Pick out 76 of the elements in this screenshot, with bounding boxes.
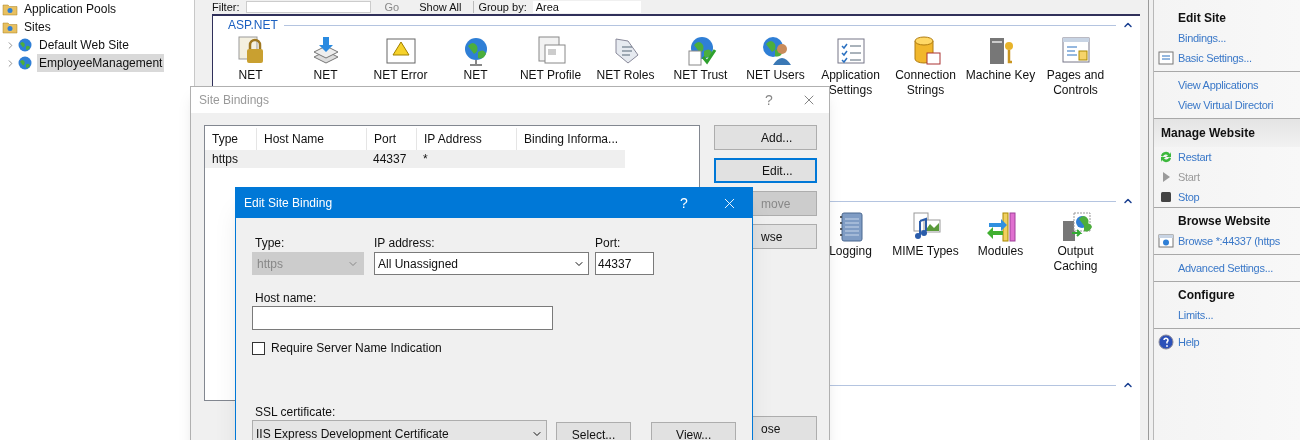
dialog-button[interactable]: View...	[651, 422, 736, 440]
feature-label[interactable]: NET Profile	[519, 68, 582, 83]
actions-header: Manage Website	[1154, 119, 1300, 147]
actions-group-title: Browse Website	[1177, 213, 1272, 230]
tree-item[interactable]: Application Pools	[22, 0, 119, 18]
action-link[interactable]: Limits...	[1178, 306, 1214, 324]
refresh-icon	[1159, 150, 1173, 164]
tree-item[interactable]: Default Web Site	[37, 36, 131, 54]
table-cell: *	[423, 152, 428, 166]
feature-label[interactable]: Pages and Controls	[1038, 68, 1113, 98]
field-label: Type:	[254, 235, 286, 251]
help-button[interactable]: ?	[662, 192, 706, 214]
action-link[interactable]: Basic Settings...	[1178, 49, 1252, 67]
folder-icon	[2, 1, 18, 17]
actions-group-title: Edit Site	[1177, 10, 1227, 27]
feature-label[interactable]: NET	[463, 68, 488, 83]
feature-label[interactable]: NET Trust	[673, 68, 728, 83]
feature-label[interactable]: Application Settings	[813, 68, 888, 98]
help-icon	[1158, 334, 1174, 350]
actions-group-title: Configure	[1177, 287, 1236, 304]
feature-label[interactable]: NET Roles	[596, 68, 655, 83]
checklist-icon	[834, 35, 867, 67]
tree-item[interactable]: EmployeeManagement	[37, 54, 165, 72]
dialog-title: Edit Site Binding	[244, 195, 334, 212]
folder-icon	[2, 19, 18, 35]
ip-address-select[interactable]: All Unassigned	[374, 252, 589, 275]
table-cell: https	[212, 152, 238, 166]
host-name-field[interactable]	[252, 306, 553, 330]
globe-icon	[17, 37, 33, 53]
feature-label[interactable]: NET	[313, 68, 338, 83]
field-label: IP address:	[374, 235, 436, 251]
action-link[interactable]: Restart	[1178, 148, 1212, 166]
section-title: ASP.NET	[228, 17, 278, 34]
action-link[interactable]: View Virtual Directori	[1178, 96, 1274, 114]
group-by-select[interactable]: Area	[532, 1, 641, 13]
feature-label[interactable]: Output Caching	[1038, 244, 1113, 274]
globe-icon	[17, 55, 33, 71]
warning-icon	[384, 35, 417, 67]
help-button[interactable]: ?	[749, 89, 789, 111]
field-label: Host name:	[254, 290, 318, 306]
feature-label[interactable]: NET Error	[373, 68, 428, 83]
form-icon	[1158, 51, 1174, 65]
action-link[interactable]: Browse *:44337 (https	[1178, 232, 1280, 250]
feature-label[interactable]: NET	[238, 68, 263, 83]
filter-label: Filter:	[212, 1, 240, 13]
feature-label[interactable]: MIME Types	[892, 244, 959, 259]
dialog-button[interactable]: Select...	[555, 422, 632, 440]
checkbox[interactable]	[252, 341, 265, 355]
show-all-button[interactable]: Show All	[413, 1, 468, 13]
filter-field[interactable]	[245, 1, 371, 13]
action-link[interactable]: View Applications	[1178, 76, 1259, 94]
feature-label[interactable]: Machine Key	[965, 68, 1036, 83]
feature-label[interactable]: NET Users	[746, 68, 805, 83]
dialog-button[interactable]: Edit...	[714, 158, 817, 183]
dialog-button[interactable]: Add...	[714, 125, 817, 150]
checkbox-label: Require Server Name Indication	[271, 340, 442, 357]
group-by-label: Group by:	[473, 1, 527, 13]
column-header[interactable]: Type	[205, 128, 256, 150]
dialog-title: Site Bindings	[199, 92, 271, 109]
action-link[interactable]: Advanced Settings...	[1178, 259, 1273, 277]
field-label: SSL certificate:	[254, 404, 337, 420]
feature-label[interactable]: Modules	[977, 244, 1024, 259]
field-label: Port:	[595, 235, 622, 251]
port-field[interactable]: 44337	[595, 252, 654, 275]
action-link[interactable]: Bindings...	[1178, 29, 1227, 47]
table-cell: 44337	[373, 152, 407, 166]
play-icon	[1161, 171, 1171, 183]
feature-label[interactable]: Logging	[829, 244, 872, 259]
action-link[interactable]: Stop	[1178, 188, 1200, 206]
tree-item[interactable]: Sites	[22, 18, 53, 36]
stop-icon	[1160, 191, 1172, 203]
certificate-select[interactable]: IIS Express Development Certificate	[252, 420, 547, 440]
action-link[interactable]: Help	[1178, 333, 1200, 351]
binding-row[interactable]: https 44337 *	[205, 150, 625, 168]
browser-icon	[1158, 234, 1174, 248]
feature-label[interactable]: Connection Strings	[888, 68, 963, 98]
